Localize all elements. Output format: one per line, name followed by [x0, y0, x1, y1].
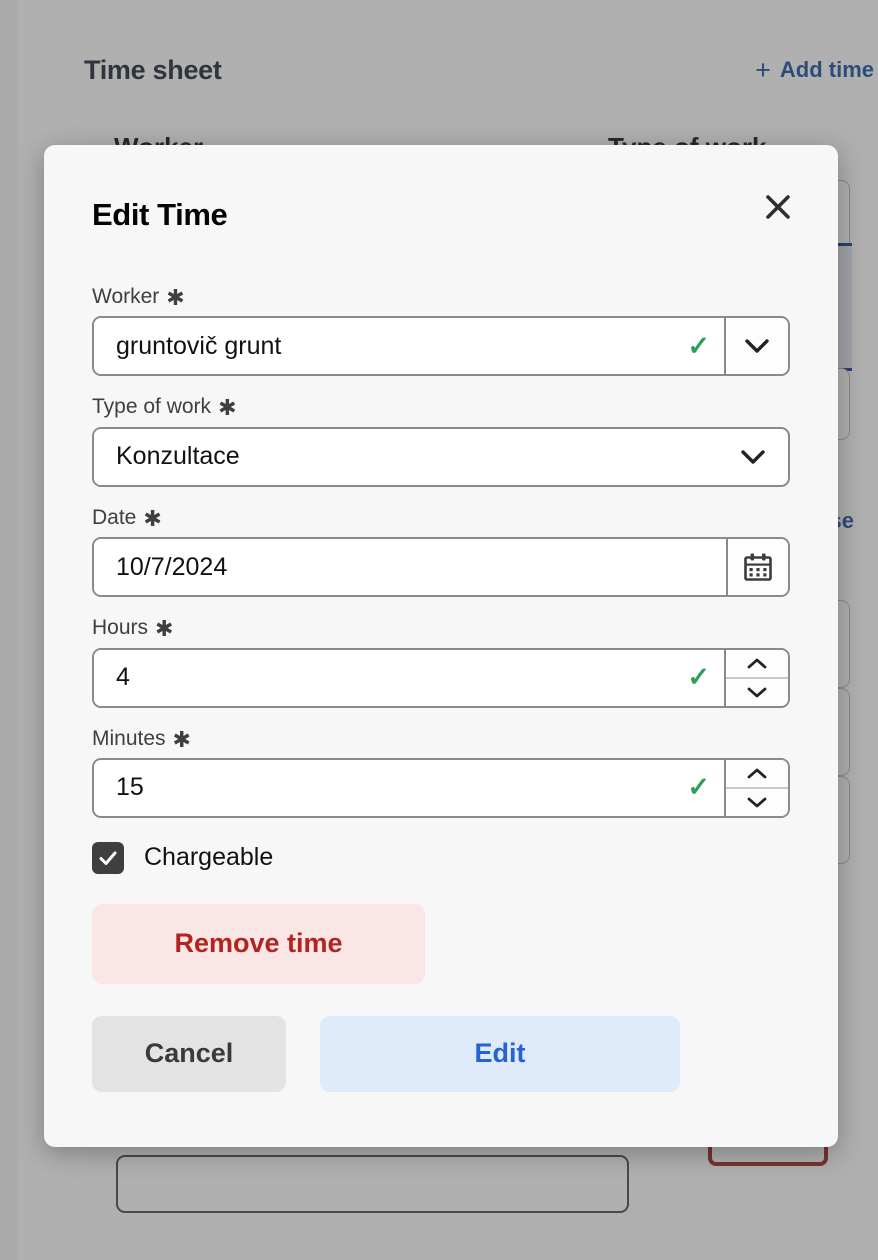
- type-of-work-select[interactable]: Konzultace: [92, 426, 790, 487]
- field-chargeable[interactable]: Chargeable: [92, 841, 790, 874]
- edit-submit-button[interactable]: Edit: [320, 1015, 680, 1092]
- dialog-header: Edit Time: [44, 145, 838, 253]
- label-hours: Hours ✱: [92, 616, 174, 642]
- check-icon: ✓: [687, 330, 710, 361]
- worker-combobox[interactable]: gruntovič grunt ✓: [92, 316, 790, 377]
- chevron-down-icon: [745, 339, 769, 354]
- field-date: Date ✱ 10/7/2024: [92, 504, 790, 598]
- hours-value: 4: [116, 663, 130, 692]
- hours-increment-button[interactable]: [726, 650, 788, 679]
- dialog-footer: Cancel Edit: [92, 1015, 790, 1092]
- hours-spinner: [724, 649, 788, 706]
- hours-decrement-button[interactable]: [726, 679, 788, 706]
- calendar-icon[interactable]: [726, 539, 788, 596]
- chevron-up-icon: [747, 768, 767, 779]
- edit-time-dialog: Edit Time Worker ✱ gruntovič grunt ✓ Typ…: [44, 145, 838, 1147]
- minutes-input[interactable]: 15 ✓: [94, 759, 724, 816]
- screen: Time sheet + Add time Worker Type of wor…: [0, 0, 878, 1260]
- chevron-up-icon: [747, 658, 767, 668]
- dialog-title: Edit Time: [92, 197, 228, 232]
- required-asterisk: ✱: [143, 505, 162, 531]
- chevron-down-icon: [741, 450, 765, 464]
- date-value: 10/7/2024: [116, 552, 228, 581]
- worker-input[interactable]: gruntovič grunt ✓: [94, 318, 724, 375]
- check-icon: ✓: [687, 662, 710, 693]
- date-field[interactable]: 10/7/2024: [92, 537, 790, 598]
- type-of-work-value: Konzultace: [116, 442, 240, 471]
- label-worker: Worker ✱: [92, 285, 185, 310]
- minutes-increment-button[interactable]: [726, 760, 788, 789]
- minutes-value: 15: [116, 773, 144, 802]
- field-worker: Worker ✱ gruntovič grunt ✓: [92, 283, 790, 377]
- hours-stepper[interactable]: 4 ✓: [92, 647, 790, 708]
- worker-dropdown-toggle[interactable]: [724, 318, 788, 375]
- check-icon: [99, 851, 117, 865]
- minutes-spinner: [724, 759, 788, 816]
- hours-input[interactable]: 4 ✓: [94, 649, 724, 706]
- label-type-of-work: Type of work ✱: [92, 395, 237, 421]
- minutes-decrement-button[interactable]: [726, 789, 788, 816]
- minutes-stepper[interactable]: 15 ✓: [92, 757, 790, 818]
- remove-time-button[interactable]: Remove time: [92, 903, 425, 984]
- field-minutes: Minutes ✱ 15 ✓: [92, 725, 790, 818]
- chevron-down-icon: [747, 687, 767, 697]
- required-asterisk: ✱: [166, 285, 185, 310]
- field-hours: Hours ✱ 4 ✓: [92, 614, 790, 708]
- required-asterisk: ✱: [155, 616, 174, 642]
- date-input[interactable]: 10/7/2024: [94, 539, 726, 596]
- type-of-work-dropdown-toggle[interactable]: [740, 429, 788, 485]
- label-date: Date ✱: [92, 505, 162, 531]
- required-asterisk: ✱: [172, 726, 191, 752]
- type-of-work-value-wrap[interactable]: Konzultace: [94, 428, 740, 485]
- close-icon[interactable]: [756, 185, 800, 229]
- chargeable-label: Chargeable: [144, 843, 274, 872]
- label-minutes: Minutes ✱: [92, 726, 191, 752]
- required-asterisk: ✱: [218, 395, 237, 421]
- check-icon: ✓: [687, 772, 710, 803]
- chevron-down-icon: [747, 797, 767, 808]
- chargeable-checkbox[interactable]: [92, 841, 124, 874]
- cancel-button[interactable]: Cancel: [92, 1015, 286, 1092]
- field-type-of-work: Type of work ✱ Konzultace: [92, 393, 790, 487]
- worker-value: gruntovič grunt: [116, 331, 282, 360]
- edit-time-form: Worker ✱ gruntovič grunt ✓ Type of work …: [92, 283, 790, 1092]
